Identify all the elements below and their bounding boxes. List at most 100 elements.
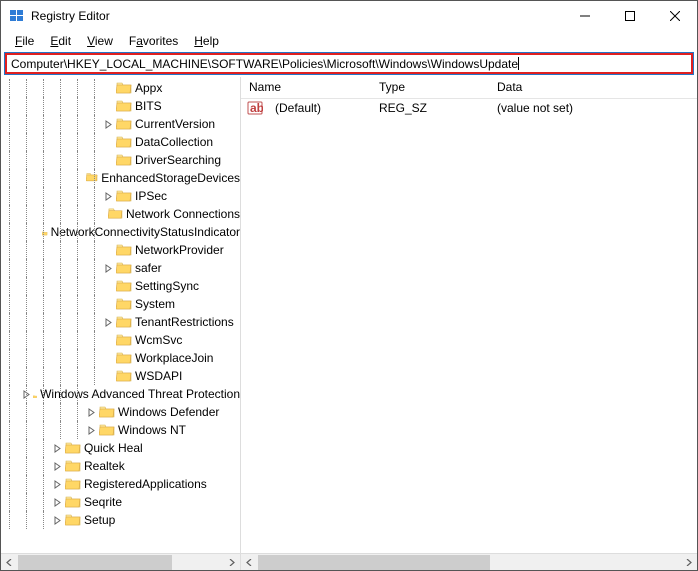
tree-guides [1, 277, 103, 295]
tree-guides [1, 169, 76, 187]
tree-item[interactable]: BITS [1, 97, 240, 115]
tree-item[interactable]: DriverSearching [1, 151, 240, 169]
tree-item[interactable]: IPSec [1, 187, 240, 205]
chevron-right-icon[interactable] [52, 479, 63, 490]
tree-item-label: Network Connections [126, 207, 240, 221]
scroll-left-icon[interactable] [1, 554, 18, 571]
tree-item[interactable]: Seqrite [1, 493, 240, 511]
svg-text:ab: ab [250, 101, 263, 115]
chevron-right-icon[interactable] [52, 515, 63, 526]
tree-item[interactable]: Network Connections [1, 205, 240, 223]
tree-guides [1, 385, 22, 403]
expander-placeholder [103, 353, 114, 364]
tree-item[interactable]: WSDAPI [1, 367, 240, 385]
tree-item[interactable]: System [1, 295, 240, 313]
tree-item[interactable]: Realtek [1, 457, 240, 475]
tree-item[interactable]: Windows Advanced Threat Protection [1, 385, 240, 403]
tree-item[interactable]: safer [1, 259, 240, 277]
tree-item[interactable]: NetworkConnectivityStatusIndicator [1, 223, 240, 241]
tree-item[interactable]: Windows Defender [1, 403, 240, 421]
folder-icon [116, 189, 132, 203]
tree-guides [1, 493, 52, 511]
column-header-name[interactable]: Name [241, 77, 371, 98]
tree-guides [1, 115, 103, 133]
folder-icon [108, 207, 123, 221]
list-row[interactable]: ab(Default)REG_SZ(value not set) [241, 99, 697, 117]
chevron-right-icon[interactable] [52, 461, 63, 472]
address-text: Computer\HKEY_LOCAL_MACHINE\SOFTWARE\Pol… [11, 57, 518, 71]
tree-horizontal-scrollbar[interactable] [1, 553, 240, 570]
column-header-type[interactable]: Type [371, 77, 489, 98]
folder-icon [65, 459, 81, 473]
tree-item[interactable]: SettingSync [1, 277, 240, 295]
tree-item[interactable]: TenantRestrictions [1, 313, 240, 331]
tree-item[interactable]: EnhancedStorageDevices [1, 169, 240, 187]
tree-item[interactable]: Windows NT [1, 421, 240, 439]
menu-favorites[interactable]: Favorites [123, 33, 184, 49]
address-bar[interactable]: Computer\HKEY_LOCAL_MACHINE\SOFTWARE\Pol… [5, 53, 693, 74]
tree-guides [1, 205, 96, 223]
tree-item[interactable]: Quick Heal [1, 439, 240, 457]
expander-placeholder [103, 137, 114, 148]
chevron-right-icon[interactable] [103, 263, 114, 274]
tree-item[interactable]: Appx [1, 79, 240, 97]
column-header-data[interactable]: Data [489, 77, 697, 98]
tree-item-label: NetworkConnectivityStatusIndicator [51, 225, 240, 239]
expander-placeholder [36, 227, 40, 238]
expander-placeholder [103, 83, 114, 94]
scroll-right-icon[interactable] [680, 554, 697, 571]
cell-name: (Default) [267, 101, 371, 115]
tree-item-label: IPSec [135, 189, 167, 203]
chevron-right-icon[interactable] [86, 425, 97, 436]
minimize-button[interactable] [562, 1, 607, 31]
chevron-right-icon[interactable] [103, 119, 114, 130]
chevron-right-icon[interactable] [103, 191, 114, 202]
folder-icon [65, 477, 81, 491]
list-body[interactable]: ab(Default)REG_SZ(value not set) [241, 99, 697, 553]
tree-item[interactable]: Setup [1, 511, 240, 529]
menu-view[interactable]: View [81, 33, 119, 49]
app-icon [9, 8, 25, 24]
scroll-thumb[interactable] [18, 555, 172, 570]
menu-edit[interactable]: Edit [44, 33, 77, 49]
maximize-button[interactable] [607, 1, 652, 31]
list-horizontal-scrollbar[interactable] [241, 553, 697, 570]
tree-guides [1, 259, 103, 277]
expander-placeholder [103, 155, 114, 166]
tree-item[interactable]: CurrentVersion [1, 115, 240, 133]
chevron-right-icon[interactable] [86, 407, 97, 418]
scroll-track[interactable] [258, 554, 680, 571]
folder-icon [65, 513, 81, 527]
chevron-right-icon[interactable] [52, 443, 63, 454]
tree-item[interactable]: NetworkProvider [1, 241, 240, 259]
tree-scroll[interactable]: Appx BITS CurrentVersion DataCollectionDriv… [1, 77, 240, 553]
menu-help[interactable]: Help [188, 33, 225, 49]
split-pane: Appx BITS CurrentVersion DataCollectionDriv… [1, 77, 697, 570]
address-bar-container: Computer\HKEY_LOCAL_MACHINE\SOFTWARE\Pol… [1, 51, 697, 77]
menu-file[interactable]: File [9, 33, 40, 49]
tree-item-label: BITS [135, 99, 162, 113]
chevron-right-icon[interactable] [52, 497, 63, 508]
tree-item-label: Windows Advanced Threat Protection [40, 387, 240, 401]
tree-item-label: Seqrite [84, 495, 122, 509]
expander-placeholder [103, 299, 114, 310]
close-button[interactable] [652, 1, 697, 31]
scroll-thumb[interactable] [258, 555, 490, 570]
folder-icon [116, 279, 132, 293]
scroll-right-icon[interactable] [223, 554, 240, 571]
scroll-left-icon[interactable] [241, 554, 258, 571]
tree-item[interactable]: DataCollection [1, 133, 240, 151]
tree-item-label: WorkplaceJoin [135, 351, 213, 365]
scroll-track[interactable] [18, 554, 223, 571]
tree-item-label: CurrentVersion [135, 117, 215, 131]
tree-item[interactable]: RegisteredApplications [1, 475, 240, 493]
tree-item-label: Setup [84, 513, 115, 527]
chevron-right-icon[interactable] [103, 317, 114, 328]
tree-item[interactable]: WorkplaceJoin [1, 349, 240, 367]
tree-item-label: NetworkProvider [135, 243, 224, 257]
folder-icon [116, 135, 132, 149]
folder-icon [116, 315, 132, 329]
tree-item-label: WSDAPI [135, 369, 182, 383]
tree-item[interactable]: WcmSvc [1, 331, 240, 349]
tree-guides [1, 457, 52, 475]
